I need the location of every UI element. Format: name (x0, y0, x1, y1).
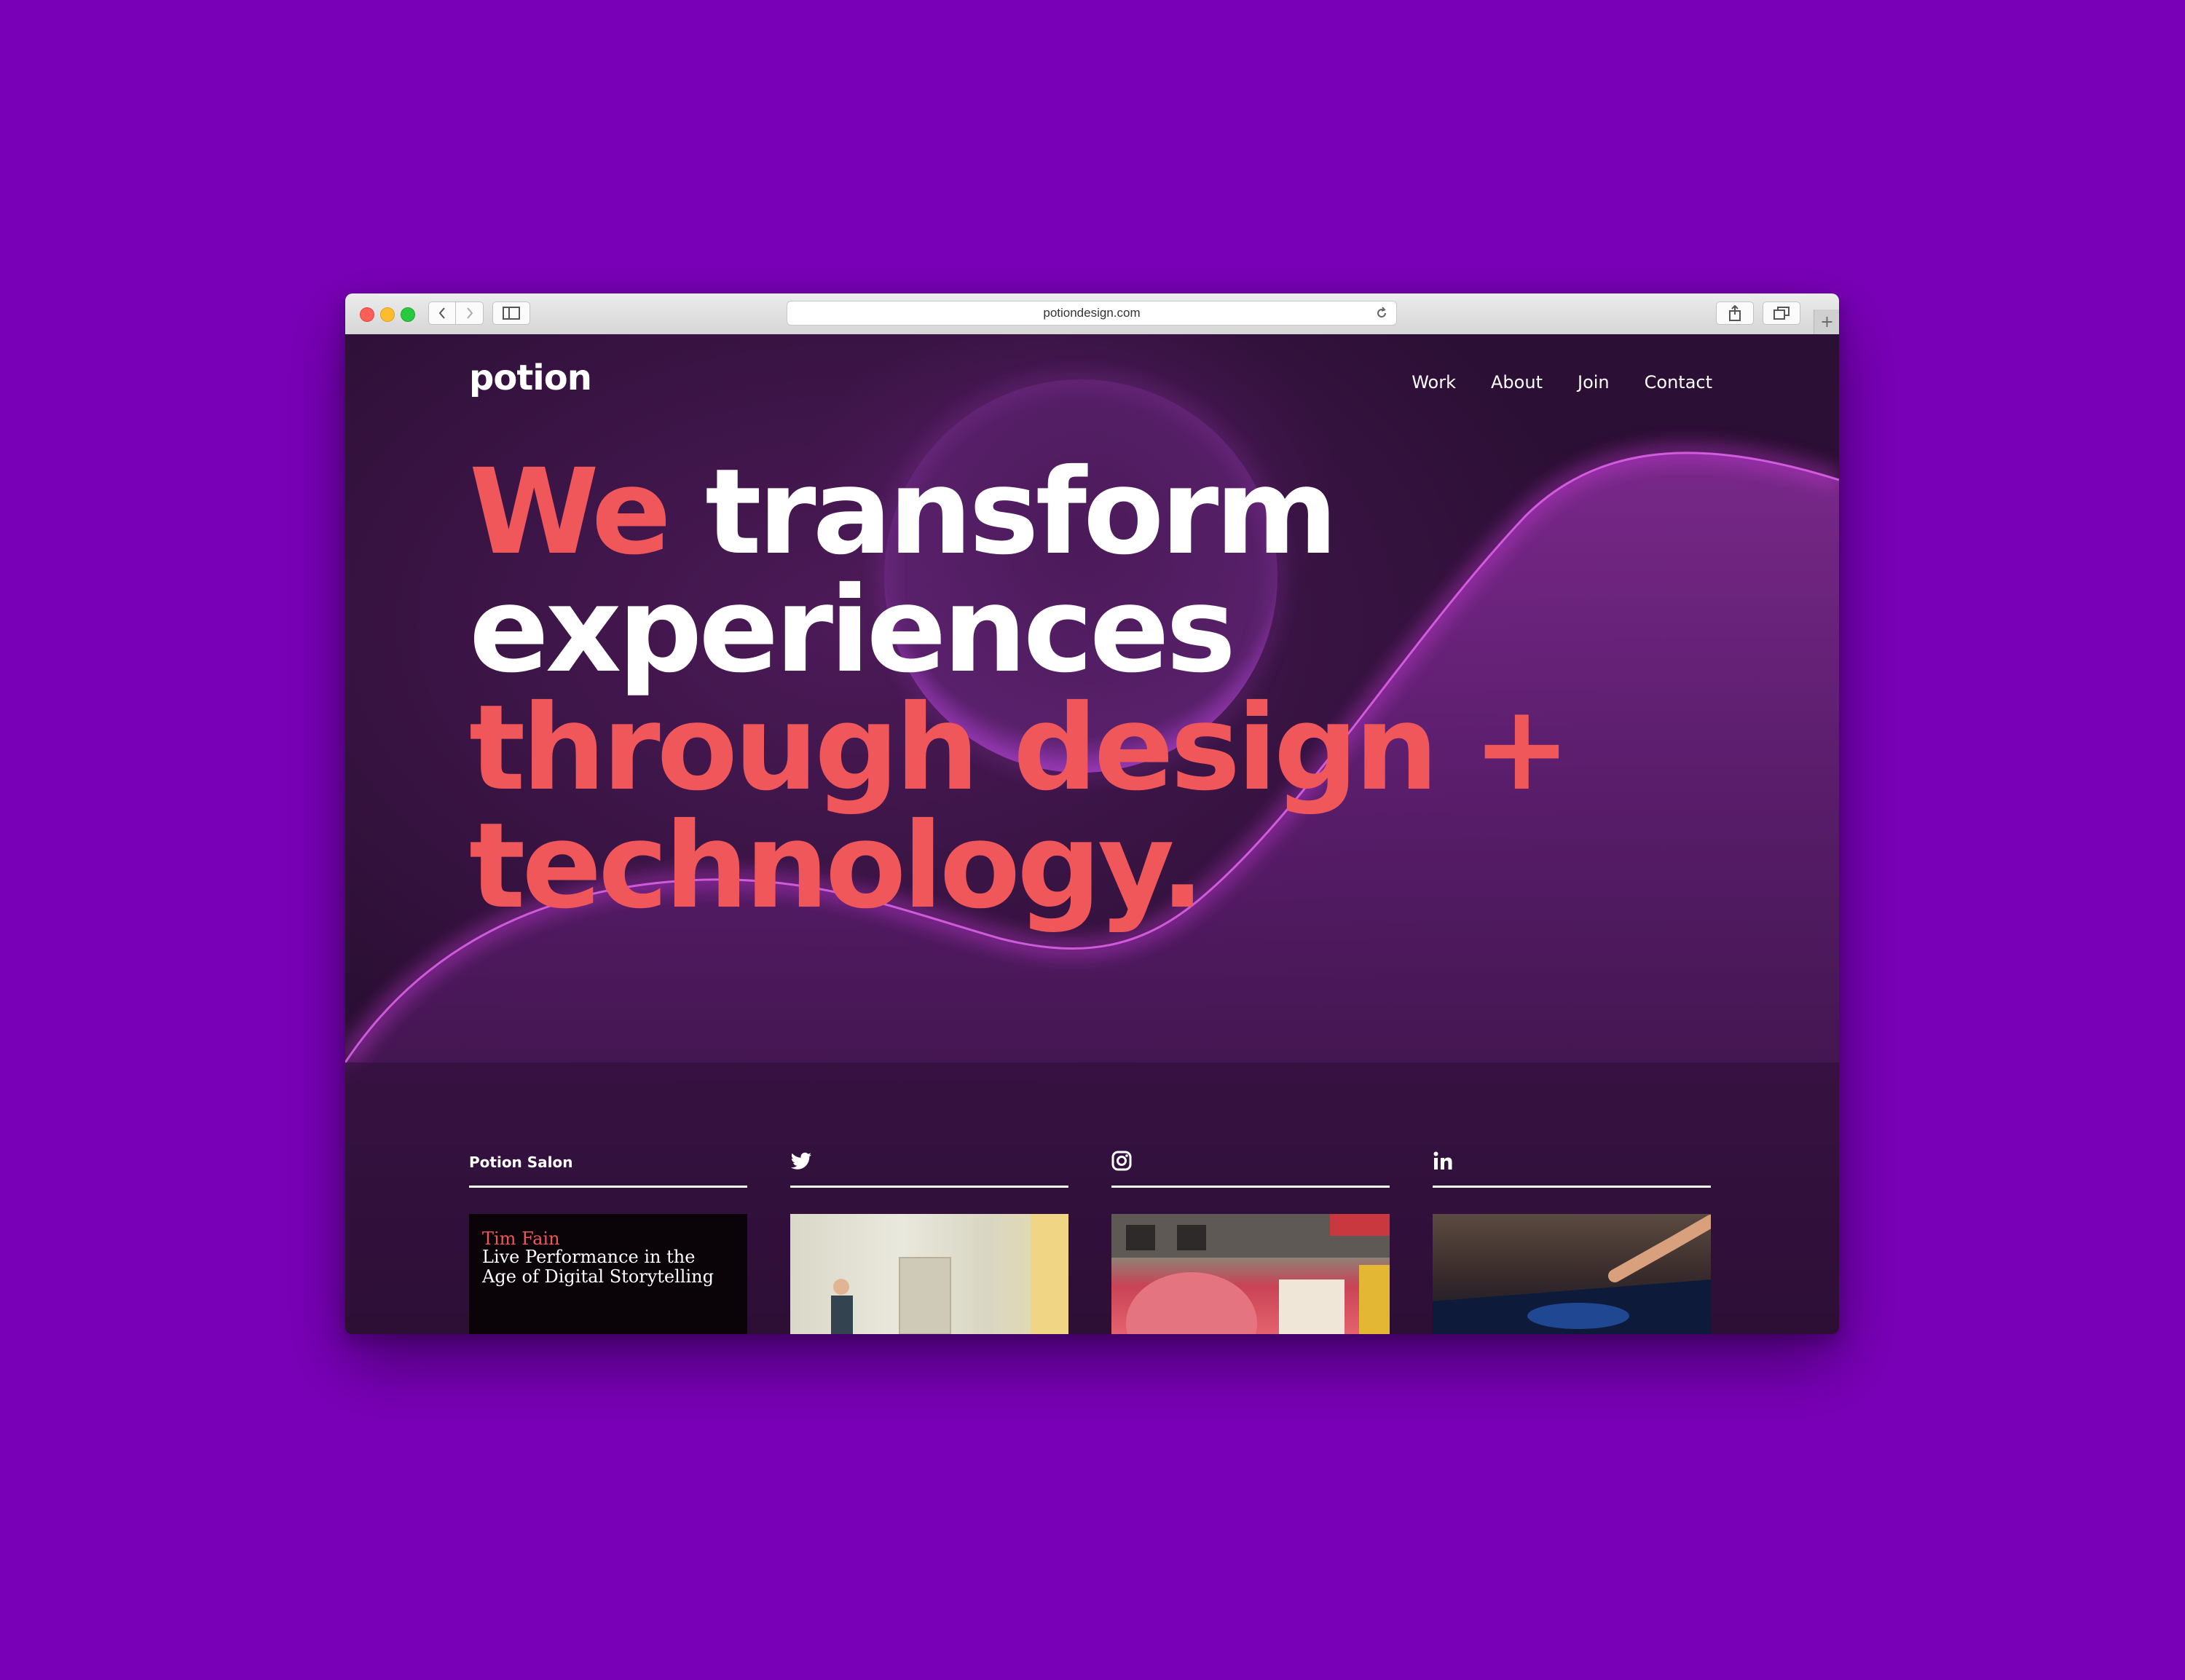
new-tab-button[interactable]: + (1814, 309, 1839, 334)
nav-contact-link[interactable]: Contact (1645, 372, 1712, 393)
salon-talk-title: Live Performance in the Age of Digital S… (482, 1247, 714, 1287)
linkedin-icon[interactable] (1433, 1151, 1453, 1171)
maximize-window-button[interactable] (401, 307, 415, 322)
chevron-right-icon (466, 307, 473, 319)
share-button[interactable] (1716, 301, 1754, 325)
social-feeds: Potion Salon Tim Fain Live Performance i… (469, 1135, 1714, 1334)
touch-table-scene (1433, 1215, 1711, 1334)
twitter-column (790, 1135, 1068, 1334)
browser-toolbar: potiondesign.com + (345, 293, 1839, 335)
hero-headline: We transform experiences through design … (469, 454, 1571, 935)
show-tabs-button[interactable] (1763, 301, 1800, 325)
instagram-column (1111, 1135, 1390, 1334)
sidebar-toggle-button[interactable] (492, 301, 530, 325)
street-scene (1111, 1214, 1390, 1334)
sidebar-icon (503, 307, 520, 320)
hero-line-1: We transform (469, 454, 1567, 572)
reload-icon[interactable] (1374, 306, 1389, 320)
plus-icon: + (1820, 312, 1834, 331)
salon-speaker: Tim Fain (482, 1229, 560, 1249)
forward-button[interactable] (456, 301, 484, 325)
nav-about-link[interactable]: About (1491, 372, 1543, 393)
hero-word-transform: transform (705, 444, 1338, 581)
salon-title[interactable]: Potion Salon (469, 1153, 573, 1171)
browser-window: potiondesign.com + potion Work About Joi… (345, 293, 1839, 1334)
person-figure (831, 1214, 1068, 1334)
linkedin-column-header (1433, 1135, 1711, 1188)
back-button[interactable] (428, 301, 456, 325)
linkedin-column (1433, 1135, 1711, 1334)
hero-line-4: technology. (469, 798, 1205, 935)
share-icon (1729, 305, 1741, 321)
twitter-icon[interactable] (790, 1152, 812, 1171)
history-buttons (428, 301, 485, 325)
instagram-column-header (1111, 1135, 1390, 1188)
salon-column: Potion Salon Tim Fain Live Performance i… (469, 1135, 747, 1334)
hero-line-3: through design + (469, 680, 1571, 817)
nav-join-link[interactable]: Join (1578, 372, 1610, 393)
address-bar[interactable]: potiondesign.com (787, 301, 1397, 326)
salon-column-header: Potion Salon (469, 1135, 747, 1188)
nav-work-link[interactable]: Work (1412, 372, 1456, 393)
minimize-window-button[interactable] (380, 307, 395, 322)
hero-line-2: experiences (469, 562, 1236, 699)
twitter-column-header (790, 1135, 1068, 1188)
potion-logo[interactable]: potion (469, 358, 592, 398)
instagram-icon[interactable] (1111, 1151, 1132, 1171)
web-page: potion Work About Join Contact We transf… (345, 334, 1839, 1334)
tabs-icon (1773, 307, 1790, 320)
linkedin-post-image[interactable] (1433, 1214, 1711, 1334)
url-text: potiondesign.com (1043, 306, 1141, 320)
instagram-post-image[interactable] (1111, 1214, 1390, 1334)
chevron-left-icon (438, 307, 445, 319)
salon-post-card[interactable]: Tim Fain Live Performance in the Age of … (469, 1214, 747, 1334)
close-window-button[interactable] (360, 307, 374, 322)
main-navigation: Work About Join Contact (1412, 372, 1712, 393)
hero-word-we: We (469, 444, 672, 581)
twitter-post-image[interactable] (790, 1214, 1068, 1334)
